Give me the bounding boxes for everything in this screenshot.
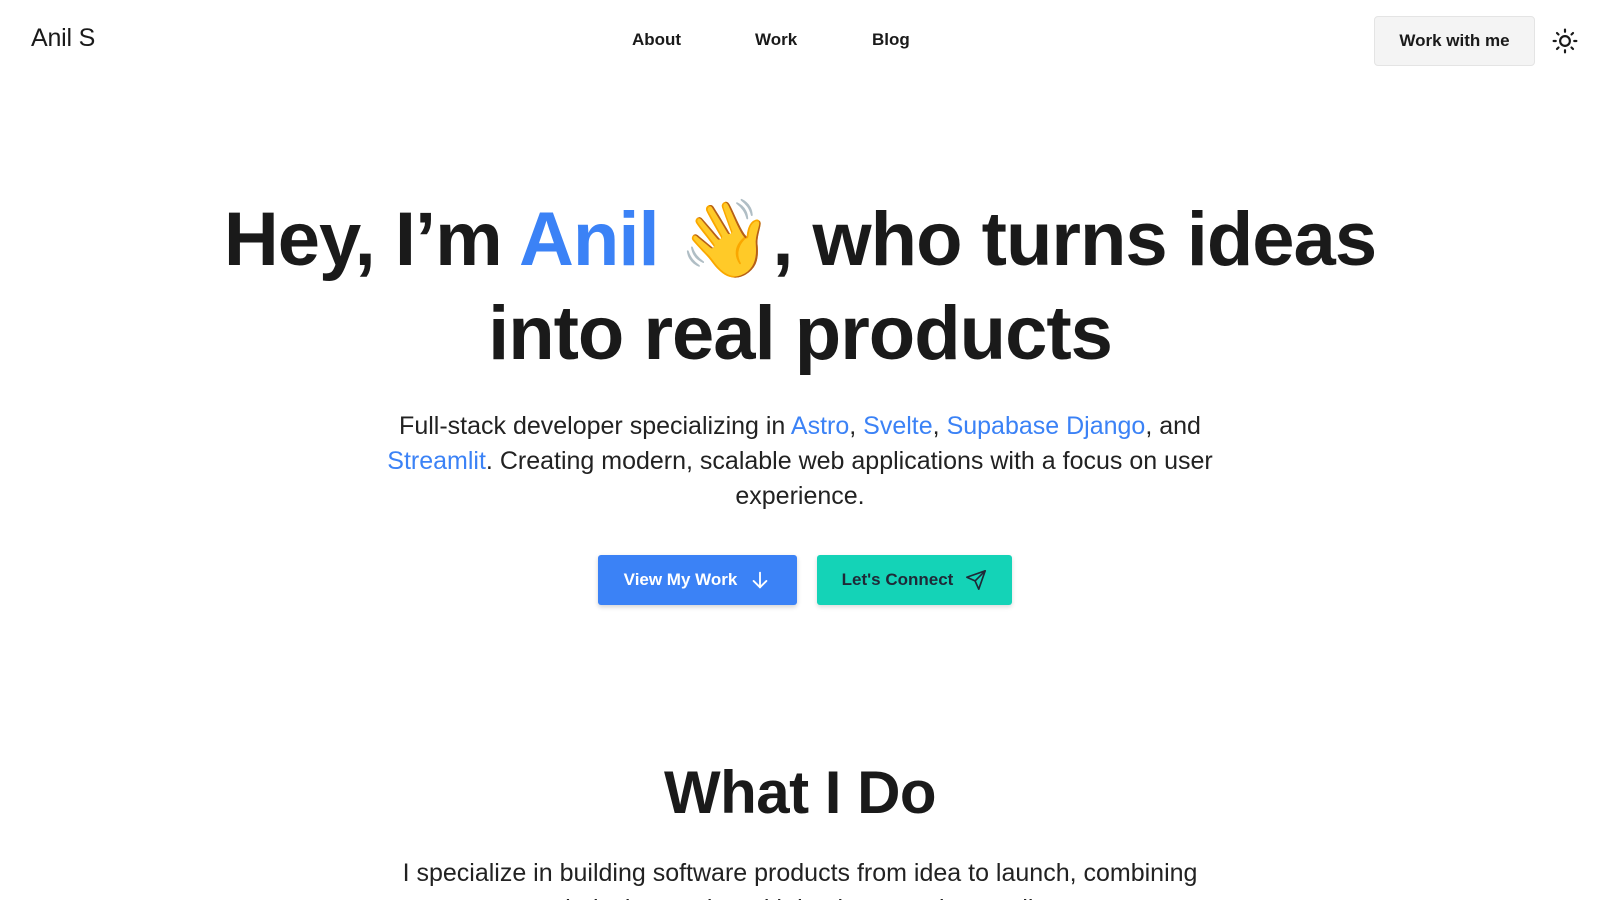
subtitle-text: ,	[849, 412, 864, 440]
tech-link-svelte[interactable]: Svelte	[863, 412, 932, 440]
section-description: I specialize in building software produc…	[402, 859, 1198, 900]
tech-link-streamlit[interactable]: Streamlit	[387, 447, 486, 475]
lets-connect-button[interactable]: Let's Connect	[817, 555, 1012, 605]
main-nav: About Work Blog	[0, 30, 1600, 54]
lets-connect-label: Let's Connect	[841, 570, 954, 589]
send-icon	[966, 570, 987, 590]
page: Anil S About Work Blog Work with me Hey,…	[0, 0, 1600, 900]
subtitle-text: Full-stack developer specializing in	[399, 412, 791, 440]
theme-toggle-button[interactable]	[1551, 27, 1579, 55]
tech-link-astro[interactable]: Astro	[791, 412, 849, 440]
subtitle-text: ,	[932, 412, 947, 440]
hero-subtitle: Full-stack developer specializing in Ast…	[380, 409, 1220, 514]
sun-icon	[1552, 28, 1578, 54]
waving-hand-icon: 👋	[678, 194, 774, 283]
hero-title: Hey, I’m Anil 👋, who turns ideas into re…	[0, 192, 1600, 381]
work-with-me-button[interactable]: Work with me	[1374, 16, 1535, 66]
site-header: Anil S About Work Blog Work with me	[0, 0, 1600, 82]
nav-link-blog[interactable]: Blog	[872, 30, 910, 50]
hero-title-name: Anil	[519, 197, 660, 282]
tech-link-supabase-django[interactable]: Supabase Django	[947, 412, 1146, 440]
view-my-work-button[interactable]: View My Work	[598, 555, 797, 605]
subtitle-text: . Creating modern, scalable web applicat…	[485, 447, 1213, 510]
view-my-work-label: View My Work	[623, 570, 738, 589]
hero-title-line2: into real products	[488, 291, 1113, 376]
subtitle-text: , and	[1145, 412, 1201, 440]
arrow-down-icon	[753, 571, 768, 589]
section-title-what-i-do: What I Do	[663, 759, 937, 826]
hero-title-rest: , who turns ideas	[772, 197, 1377, 282]
nav-link-work[interactable]: Work	[755, 30, 797, 50]
nav-link-about[interactable]: About	[632, 30, 681, 50]
hero-title-intro: Hey, I’m	[223, 197, 520, 282]
